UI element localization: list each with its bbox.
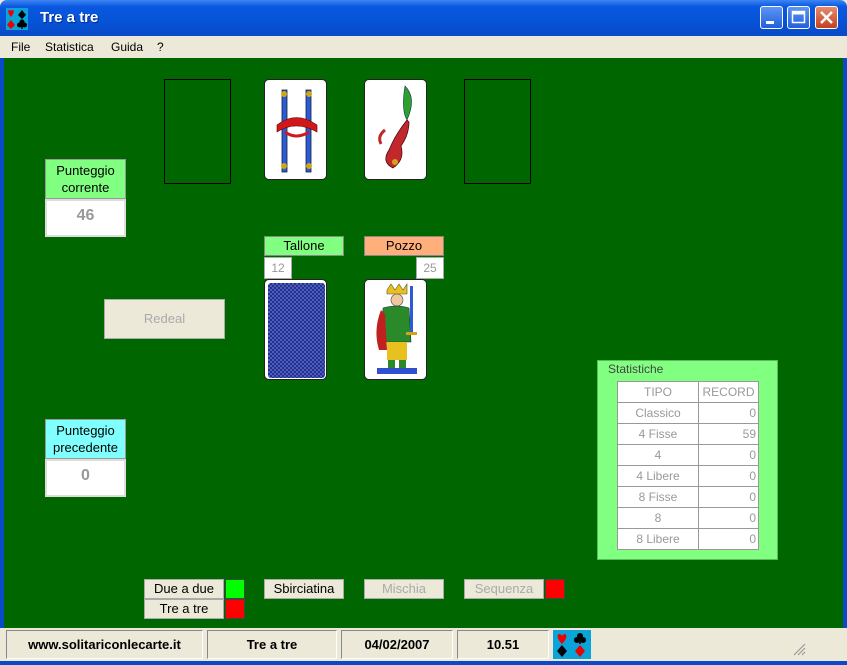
- status-site: www.solitariconlecarte.it: [6, 630, 203, 659]
- stat-record: 0: [698, 402, 759, 424]
- stat-record: 0: [698, 528, 759, 550]
- minimize-button[interactable]: [760, 6, 783, 29]
- table-row: 80: [617, 507, 759, 529]
- stat-tipo: 8: [617, 507, 699, 529]
- stat-record: 0: [698, 465, 759, 487]
- minimize-icon: [766, 21, 774, 24]
- window-title: Tre a tre: [40, 9, 99, 26]
- menu-file[interactable]: File: [11, 40, 30, 54]
- redeal-button[interactable]: Redeal: [104, 299, 225, 339]
- menu-statistica[interactable]: Statistica: [45, 40, 94, 54]
- maximize-icon: [791, 10, 806, 24]
- menu-bar: File Statistica Guida ?: [0, 36, 847, 58]
- previous-score-panel: Punteggio precedente 0: [45, 419, 126, 497]
- stat-tipo: Classico: [617, 402, 699, 424]
- pozzo-count: 25: [416, 257, 444, 279]
- column-header-record: RECORD: [698, 381, 759, 403]
- empty-card-slot[interactable]: [464, 79, 531, 184]
- status-time: 10.51: [457, 630, 549, 659]
- window-border-right: [843, 36, 847, 665]
- empty-card-slot[interactable]: [164, 79, 231, 184]
- resize-grip-icon[interactable]: [790, 640, 806, 656]
- table-row: 8 Fisse 0: [617, 486, 759, 508]
- status-game: Tre a tre: [207, 630, 337, 659]
- ace-of-clubs-card-icon[interactable]: [364, 79, 427, 180]
- table-row: 8 Libere 0: [617, 528, 759, 550]
- stat-tipo: 4 Libere: [617, 465, 699, 487]
- window-border-bottom: [0, 661, 847, 665]
- stat-record: 59: [698, 423, 759, 445]
- table-row: 40: [617, 444, 759, 466]
- menu-help[interactable]: ?: [157, 40, 164, 54]
- sbirciatina-button[interactable]: Sbirciatina: [264, 579, 344, 599]
- column-header-tipo: TIPO: [617, 381, 699, 403]
- stat-record: 0: [698, 507, 759, 529]
- statistics-table: TIPO RECORD Classico 0 4 Fisse 59 40 4 Lib…: [617, 381, 759, 550]
- two-of-swords-card-icon[interactable]: [264, 79, 327, 180]
- sequenza-button[interactable]: Sequenza: [464, 579, 544, 599]
- title-bar[interactable]: Tre a tre: [0, 0, 847, 36]
- statistics-title: Statistiche: [606, 362, 666, 376]
- card-back-icon[interactable]: [264, 279, 327, 380]
- menu-guida[interactable]: Guida: [111, 40, 143, 54]
- current-score-panel: Punteggio corrente 46: [45, 159, 126, 237]
- previous-score-value: 0: [45, 459, 126, 497]
- statistics-panel: Statistiche TIPO RECORD Classico 0 4 Fiss…: [597, 360, 778, 560]
- table-row: 4 Libere 0: [617, 465, 759, 487]
- stat-record: 0: [698, 486, 759, 508]
- tre-a-tre-button[interactable]: Tre a tre: [144, 599, 224, 619]
- stat-record: 0: [698, 444, 759, 466]
- previous-score-label: Punteggio precedente: [45, 419, 126, 459]
- mischia-button[interactable]: Mischia: [364, 579, 444, 599]
- maximize-button[interactable]: [787, 6, 810, 29]
- game-table: Punteggio corrente 46 Tallone 12 Pozzo 2…: [4, 58, 843, 661]
- stat-tipo: 8 Libere: [617, 528, 699, 550]
- table-row: Classico 0: [617, 402, 759, 424]
- tre-a-tre-indicator: [225, 599, 245, 619]
- due-a-due-button[interactable]: Due a due: [144, 579, 224, 599]
- stat-tipo: 4 Fisse: [617, 423, 699, 445]
- status-date: 04/02/2007: [341, 630, 453, 659]
- status-bar: www.solitariconlecarte.it Tre a tre 04/0…: [0, 628, 847, 661]
- table-row: 4 Fisse 59: [617, 423, 759, 445]
- card-suits-icon: [553, 630, 591, 659]
- current-score-label: Punteggio corrente: [45, 159, 126, 199]
- tallone-label: Tallone: [264, 236, 344, 256]
- tallone-count: 12: [264, 257, 292, 279]
- close-icon: [820, 11, 833, 24]
- due-a-due-indicator: [225, 579, 245, 599]
- current-score-value: 46: [45, 199, 126, 237]
- king-of-swords-card-icon[interactable]: [364, 279, 427, 380]
- stat-tipo: 8 Fisse: [617, 486, 699, 508]
- card-suits-icon[interactable]: [6, 8, 28, 30]
- sequenza-indicator: [545, 579, 565, 599]
- pozzo-label: Pozzo: [364, 236, 444, 256]
- stat-tipo: 4: [617, 444, 699, 466]
- close-button[interactable]: [815, 6, 838, 29]
